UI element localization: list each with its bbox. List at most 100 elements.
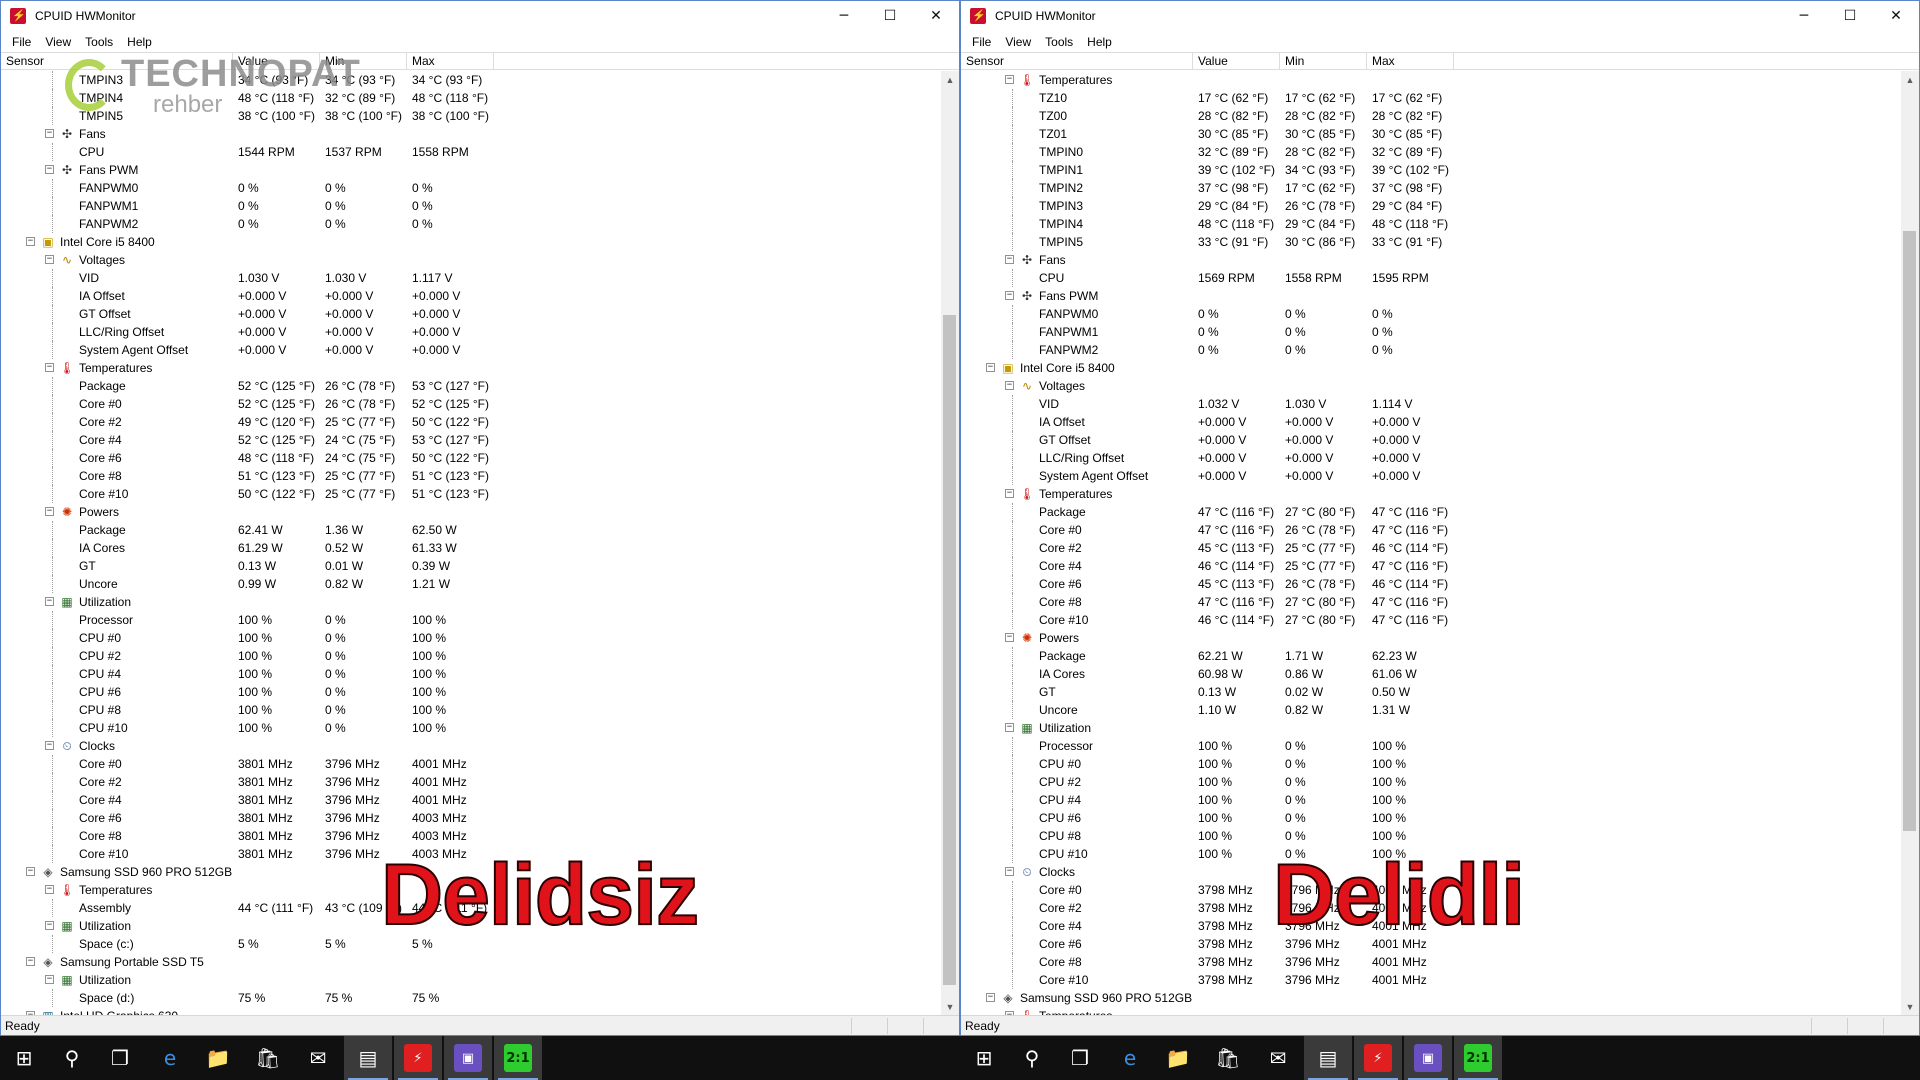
tree-group-row[interactable]: − ◈ Samsung SSD 960 PRO 512GB	[961, 989, 1901, 1007]
sensor-row[interactable]: Package 47 °C (116 °F) 27 °C (80 °F) 47 °C …	[961, 503, 1901, 521]
collapse-toggle-icon[interactable]: −	[45, 921, 54, 930]
column-sensor[interactable]: Sensor	[961, 53, 1193, 69]
sensor-row[interactable]: Core #0 47 °C (116 °F) 26 °C (78 °F) 47 °C …	[961, 521, 1901, 539]
menu-file[interactable]: File	[5, 35, 38, 49]
sensor-row[interactable]: FANPWM1 0 % 0 % 0 %	[961, 323, 1901, 341]
maximize-button[interactable]: ☐	[867, 1, 913, 31]
sensor-row[interactable]: Core #8 47 °C (116 °F) 27 °C (80 °F) 47 °C …	[961, 593, 1901, 611]
scroll-down-arrow-icon[interactable]: ▼	[1901, 998, 1919, 1015]
sensor-row[interactable]: CPU #4 100 % 0 % 100 %	[1, 665, 941, 683]
sensor-row[interactable]: CPU 1569 RPM 1558 RPM 1595 RPM	[961, 269, 1901, 287]
sensor-row[interactable]: Core #10 46 °C (114 °F) 27 °C (80 °F) 47 °C…	[961, 611, 1901, 629]
sensor-row[interactable]: CPU #4 100 % 0 % 100 %	[961, 791, 1901, 809]
tree-group-row[interactable]: − ✣ Fans PWM	[961, 287, 1901, 305]
menu-tools[interactable]: Tools	[1038, 35, 1080, 49]
sensor-row[interactable]: TZ10 17 °C (62 °F) 17 °C (62 °F) 17 °C (62 …	[961, 89, 1901, 107]
tree-group-row[interactable]: −🌡 Temperatures	[961, 71, 1901, 89]
cpu-z-icon[interactable]: ▣	[1404, 1036, 1452, 1080]
collapse-toggle-icon[interactable]: −	[1005, 633, 1014, 642]
edge-browser-icon[interactable]: e	[146, 1036, 194, 1080]
sensor-row[interactable]: Core #4 3801 MHz 3796 MHz 4001 MHz	[1, 791, 941, 809]
sensor-row[interactable]: Processor 100 % 0 % 100 %	[1, 611, 941, 629]
sensor-row[interactable]: Core #6 48 °C (118 °F) 24 °C (75 °F) 50 °C …	[1, 449, 941, 467]
minimize-button[interactable]: ─	[1781, 1, 1827, 31]
sensor-row[interactable]: Core #4 46 °C (114 °F) 25 °C (77 °F) 47 °C …	[961, 557, 1901, 575]
sensor-row[interactable]: TZ00 28 °C (82 °F) 28 °C (82 °F) 28 °C (82 …	[961, 107, 1901, 125]
sensor-row[interactable]: Package 62.21 W 1.71 W 62.23 W	[961, 647, 1901, 665]
collapse-toggle-icon[interactable]: −	[1005, 867, 1014, 876]
tree-group-row[interactable]: − ▦ Utilization	[961, 719, 1901, 737]
search-icon[interactable]: ⚲	[48, 1036, 96, 1080]
column-max[interactable]: Max	[407, 53, 494, 69]
sensor-row[interactable]: CPU #6 100 % 0 % 100 %	[1, 683, 941, 701]
column-max[interactable]: Max	[1367, 53, 1454, 69]
sensor-row[interactable]: IA Cores 60.98 W 0.86 W 61.06 W	[961, 665, 1901, 683]
minimize-button[interactable]: ─	[821, 1, 867, 31]
sensor-row[interactable]: Core #8 3798 MHz 3796 MHz 4001 MHz	[961, 953, 1901, 971]
edge-browser-icon[interactable]: e	[1106, 1036, 1154, 1080]
title-bar[interactable]: CPUID HWMonitor ─ ☐ ✕	[1, 1, 959, 31]
cpu-z-icon[interactable]: ▣	[444, 1036, 492, 1080]
tree-group-row[interactable]: − ✺ Powers	[961, 629, 1901, 647]
vertical-scrollbar[interactable]: ▲ ▼	[941, 71, 959, 1015]
scrollbar-thumb[interactable]	[1903, 231, 1916, 831]
sensor-row[interactable]: Core #0 3801 MHz 3796 MHz 4001 MHz	[1, 755, 941, 773]
sensor-row[interactable]: VID 1.030 V 1.030 V 1.117 V	[1, 269, 941, 287]
green-app-icon[interactable]: 2:1	[1454, 1036, 1502, 1080]
sensor-row[interactable]: IA Offset +0.000 V +0.000 V +0.000 V	[961, 413, 1901, 431]
tree-group-row[interactable]: − ✣ Fans	[961, 251, 1901, 269]
sensor-row[interactable]: TMPIN2 37 °C (98 °F) 17 °C (62 °F) 37 °C (9…	[961, 179, 1901, 197]
sensor-row[interactable]: TMPIN1 39 °C (102 °F) 34 °C (93 °F) 39 °C (…	[961, 161, 1901, 179]
tree-group-row[interactable]: − ✣ Fans	[1, 125, 941, 143]
tree-group-row[interactable]: −▥Intel HD Graphics 630	[1, 1007, 941, 1015]
sensor-row[interactable]: CPU #2 100 % 0 % 100 %	[1, 647, 941, 665]
collapse-toggle-icon[interactable]: −	[1005, 255, 1014, 264]
menu-view[interactable]: View	[998, 35, 1038, 49]
store-icon[interactable]: 🛍	[1204, 1036, 1252, 1080]
sensor-row[interactable]: Core #2 45 °C (113 °F) 25 °C (77 °F) 46 °C …	[961, 539, 1901, 557]
collapse-toggle-icon[interactable]: −	[45, 165, 54, 174]
tree-group-row[interactable]: −🌡 Temperatures	[1, 359, 941, 377]
tree-group-row[interactable]: − ▦ Utilization	[1, 971, 941, 989]
scroll-up-arrow-icon[interactable]: ▲	[1901, 71, 1919, 88]
sensor-row[interactable]: Uncore 1.10 W 0.82 W 1.31 W	[961, 701, 1901, 719]
sensor-row[interactable]: Uncore 0.99 W 0.82 W 1.21 W	[1, 575, 941, 593]
menu-help[interactable]: Help	[1080, 35, 1119, 49]
tree-group-row[interactable]: − ◈ Samsung Portable SSD T5	[1, 953, 941, 971]
sensor-row[interactable]: TMPIN4 48 °C (118 °F) 29 °C (84 °F) 48 °C (…	[961, 215, 1901, 233]
close-button[interactable]: ✕	[913, 1, 959, 31]
tree-group-row[interactable]: − ▦ Utilization	[1, 593, 941, 611]
sensor-row[interactable]: Core #10 50 °C (122 °F) 25 °C (77 °F) 51 °C…	[1, 485, 941, 503]
search-icon[interactable]: ⚲	[1008, 1036, 1056, 1080]
collapse-toggle-icon[interactable]: −	[1005, 291, 1014, 300]
collapse-toggle-icon[interactable]: −	[26, 237, 35, 246]
scroll-up-arrow-icon[interactable]: ▲	[941, 71, 959, 88]
collapse-toggle-icon[interactable]: −	[45, 597, 54, 606]
tree-group-row[interactable]: − ▣ Intel Core i5 8400	[961, 359, 1901, 377]
tree-group-row[interactable]: − ∿ Voltages	[1, 251, 941, 269]
collapse-toggle-icon[interactable]: −	[1005, 381, 1014, 390]
sensor-row[interactable]: GT Offset +0.000 V +0.000 V +0.000 V	[1, 305, 941, 323]
maximize-button[interactable]: ☐	[1827, 1, 1873, 31]
sensor-row[interactable]: CPU #8 100 % 0 % 100 %	[961, 827, 1901, 845]
tree-group-row[interactable]: − ⏲ Clocks	[1, 737, 941, 755]
title-bar[interactable]: CPUID HWMonitor ─ ☐ ✕	[961, 1, 1919, 31]
app-window-icon[interactable]: ▤	[344, 1036, 392, 1080]
sensor-row[interactable]: Core #2 3801 MHz 3796 MHz 4001 MHz	[1, 773, 941, 791]
sensor-row[interactable]: Core #8 3801 MHz 3796 MHz 4003 MHz	[1, 827, 941, 845]
sensor-row[interactable]: TMPIN5 33 °C (91 °F) 30 °C (86 °F) 33 °C (9…	[961, 233, 1901, 251]
sensor-row[interactable]: VID 1.032 V 1.030 V 1.114 V	[961, 395, 1901, 413]
collapse-toggle-icon[interactable]: −	[1005, 75, 1014, 84]
sensor-row[interactable]: Core #0 52 °C (125 °F) 26 °C (78 °F) 52 °C …	[1, 395, 941, 413]
sensor-row[interactable]: Core #10 3798 MHz 3796 MHz 4001 MHz	[961, 971, 1901, 989]
scroll-down-arrow-icon[interactable]: ▼	[941, 998, 959, 1015]
tree-group-row[interactable]: − ✣ Fans PWM	[1, 161, 941, 179]
menu-help[interactable]: Help	[120, 35, 159, 49]
sensor-row[interactable]: Core #2 49 °C (120 °F) 25 °C (77 °F) 50 °C …	[1, 413, 941, 431]
sensor-row[interactable]: CPU #0 100 % 0 % 100 %	[961, 755, 1901, 773]
sensor-row[interactable]: TZ01 30 °C (85 °F) 30 °C (85 °F) 30 °C (85 …	[961, 125, 1901, 143]
collapse-toggle-icon[interactable]: −	[45, 741, 54, 750]
hwmonitor-icon[interactable]: ⚡	[1354, 1036, 1402, 1080]
collapse-toggle-icon[interactable]: −	[26, 867, 35, 876]
sensor-row[interactable]: FANPWM2 0 % 0 % 0 %	[1, 215, 941, 233]
